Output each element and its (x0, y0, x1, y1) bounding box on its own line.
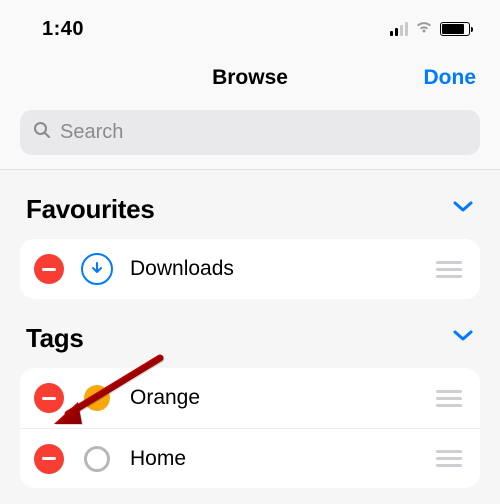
tag-color-icon (80, 442, 114, 476)
done-button[interactable]: Done (424, 66, 477, 90)
status-icons (390, 20, 470, 39)
item-label: Home (130, 447, 416, 471)
cellular-icon (390, 22, 408, 36)
favourites-title: Favourites (26, 194, 155, 225)
item-label: Orange (130, 386, 416, 410)
downloads-icon (80, 252, 114, 286)
tags-list: Orange Home (20, 368, 480, 488)
favourites-header[interactable]: Favourites (20, 170, 480, 239)
wifi-icon (414, 20, 434, 39)
delete-button[interactable] (34, 383, 64, 413)
page-title: Browse (212, 66, 288, 90)
list-item[interactable]: Downloads (20, 239, 480, 299)
chevron-down-icon (452, 329, 474, 348)
reorder-handle[interactable] (432, 450, 466, 467)
status-time: 1:40 (42, 18, 84, 41)
search-icon (32, 120, 52, 145)
chevron-down-icon (452, 200, 474, 219)
tag-dot-orange (84, 385, 110, 411)
tag-ring-empty (84, 446, 110, 472)
reorder-handle[interactable] (432, 261, 466, 278)
content: Favourites Downloads Tags (0, 170, 500, 488)
search-container (0, 106, 500, 170)
tag-color-icon (80, 381, 114, 415)
reorder-handle[interactable] (432, 390, 466, 407)
tags-title: Tags (26, 323, 84, 354)
delete-button[interactable] (34, 254, 64, 284)
item-label: Downloads (130, 257, 416, 281)
delete-button[interactable] (34, 444, 64, 474)
list-item[interactable]: Home (20, 428, 480, 488)
search-field[interactable] (20, 110, 480, 155)
favourites-list: Downloads (20, 239, 480, 299)
status-bar: 1:40 (0, 0, 500, 50)
app-screen: 1:40 Browse Done Favourites (0, 0, 500, 504)
search-input[interactable] (60, 121, 468, 144)
list-item[interactable]: Orange (20, 368, 480, 428)
nav-header: Browse Done (0, 50, 500, 106)
tags-header[interactable]: Tags (20, 299, 480, 368)
battery-icon (440, 22, 470, 36)
